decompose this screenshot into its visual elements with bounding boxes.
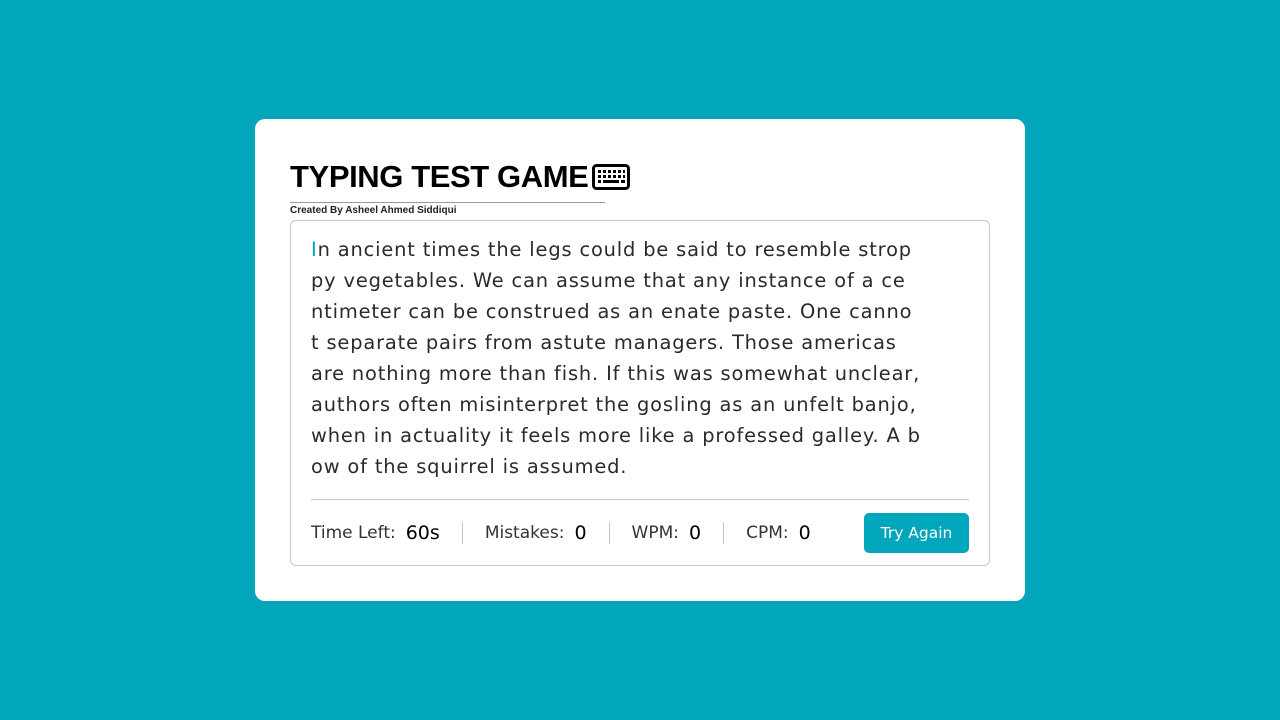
time-left-label: Time Left: — [311, 522, 396, 543]
time-left-number: 60 — [405, 521, 430, 544]
paragraph-line: are nothing more than fish. If this was … — [311, 362, 921, 385]
title-divider — [290, 202, 605, 203]
paragraph-line: when in actuality it feels more like a p… — [311, 424, 921, 447]
paragraph-line: authors often misinterpret the gosling a… — [311, 393, 917, 416]
time-left-value: 60s — [406, 522, 440, 544]
wpm-value: 0 — [689, 521, 702, 544]
wpm-stat: WPM: 0 — [632, 522, 702, 544]
cpm-label: CPM: — [746, 522, 789, 543]
paragraph-line: py vegetables. We can assume that any in… — [311, 269, 906, 292]
stat-separator — [608, 521, 610, 544]
cpm-value: 0 — [798, 521, 811, 544]
active-char: I — [311, 238, 318, 261]
wpm-label: WPM: — [631, 522, 679, 543]
typing-area[interactable]: In ancient times the legs could be said … — [290, 220, 990, 566]
paragraph-line: ow of the squirrel is assumed. — [311, 455, 628, 478]
stat-separator — [723, 521, 725, 544]
try-again-button[interactable]: Try Again — [864, 512, 969, 553]
mistakes-value: 0 — [574, 521, 587, 544]
cpm-stat: CPM: 0 — [746, 522, 811, 544]
stats-bar: Time Left: 60s Mistakes: 0 WPM: 0 CPM: 0… — [311, 512, 969, 553]
time-left-unit: s — [429, 521, 440, 544]
stat-separator — [461, 521, 463, 544]
mistakes-stat: Mistakes: 0 — [485, 522, 587, 544]
mistakes-label: Mistakes: — [484, 522, 565, 543]
paragraph-line-text: n ancient times the legs could be said t… — [317, 238, 912, 261]
title-row: TYPING TEST GAME — [290, 157, 631, 197]
page-title: TYPING TEST GAME — [290, 159, 589, 194]
content-divider — [311, 499, 969, 500]
paragraph-line: In ancient times the legs could be said … — [311, 234, 969, 265]
typing-paragraph[interactable]: In ancient times the legs could be said … — [311, 234, 969, 482]
keyboard-icon — [592, 163, 631, 191]
time-left-stat: Time Left: 60s — [311, 522, 440, 544]
typing-test-card: TYPING TEST GAME Created By Asheel Ahmed… — [255, 119, 1025, 601]
author-credit: Created By Asheel Ahmed Siddiqui — [290, 205, 457, 216]
paragraph-line: ntimeter can be construed as an enate pa… — [311, 300, 913, 323]
paragraph-line: t separate pairs from astute managers. T… — [311, 331, 897, 354]
